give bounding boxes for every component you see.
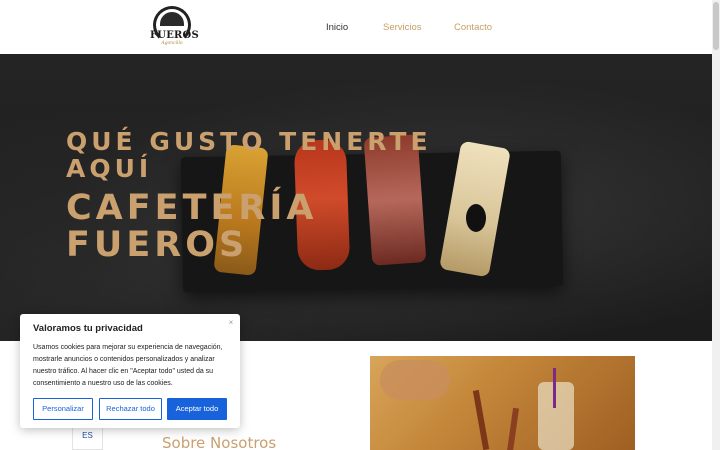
- site-header: FUEROS Agoncillo Inicio Servicios Contac…: [0, 0, 712, 54]
- accept-all-button[interactable]: Aceptar todo: [167, 398, 227, 420]
- logo-subtext: Agoncillo: [161, 41, 183, 46]
- page-scrollbar[interactable]: [712, 0, 720, 450]
- photo-cinnamon-shape: [472, 389, 490, 450]
- cookie-banner-text: Usamos cookies para mejorar su experienc…: [33, 344, 223, 387]
- photo-cinnamon-shape: [506, 407, 520, 450]
- nav-link-contacto[interactable]: Contacto: [454, 21, 492, 35]
- page: FUEROS Agoncillo Inicio Servicios Contac…: [0, 0, 720, 450]
- photo-straw-shape: [553, 368, 556, 408]
- customize-button[interactable]: Personalizar: [33, 398, 93, 420]
- cookie-banner: × Valoramos tu privacidad Usamos cookies…: [20, 314, 240, 428]
- nav-link-inicio[interactable]: Inicio: [326, 21, 348, 35]
- hero-tagline: QUÉ GUSTO TENERTE AQUÍ: [66, 127, 432, 183]
- section-title-about: Sobre Nosotros: [162, 434, 277, 450]
- hero-banner: QUÉ GUSTO TENERTE AQUÍ CAFETERÍA FUEROS: [0, 54, 720, 341]
- nav-link-servicios[interactable]: Servicios: [383, 21, 422, 35]
- cookie-banner-title: Valoramos tu privacidad: [33, 323, 143, 334]
- scrollbar-thumb[interactable]: [713, 2, 719, 50]
- hero-title: CAFETERÍA FUEROS: [66, 188, 318, 265]
- close-icon[interactable]: ×: [225, 317, 237, 329]
- photo-jar-shape: [538, 382, 574, 450]
- about-photo: [370, 356, 635, 450]
- hero-olive-image: [466, 204, 486, 232]
- reject-all-button[interactable]: Rechazar todo: [99, 398, 162, 420]
- logo-text: FUEROS: [150, 30, 199, 41]
- site-logo[interactable]: FUEROS Agoncillo: [150, 4, 199, 48]
- photo-hand-shape: [380, 360, 450, 400]
